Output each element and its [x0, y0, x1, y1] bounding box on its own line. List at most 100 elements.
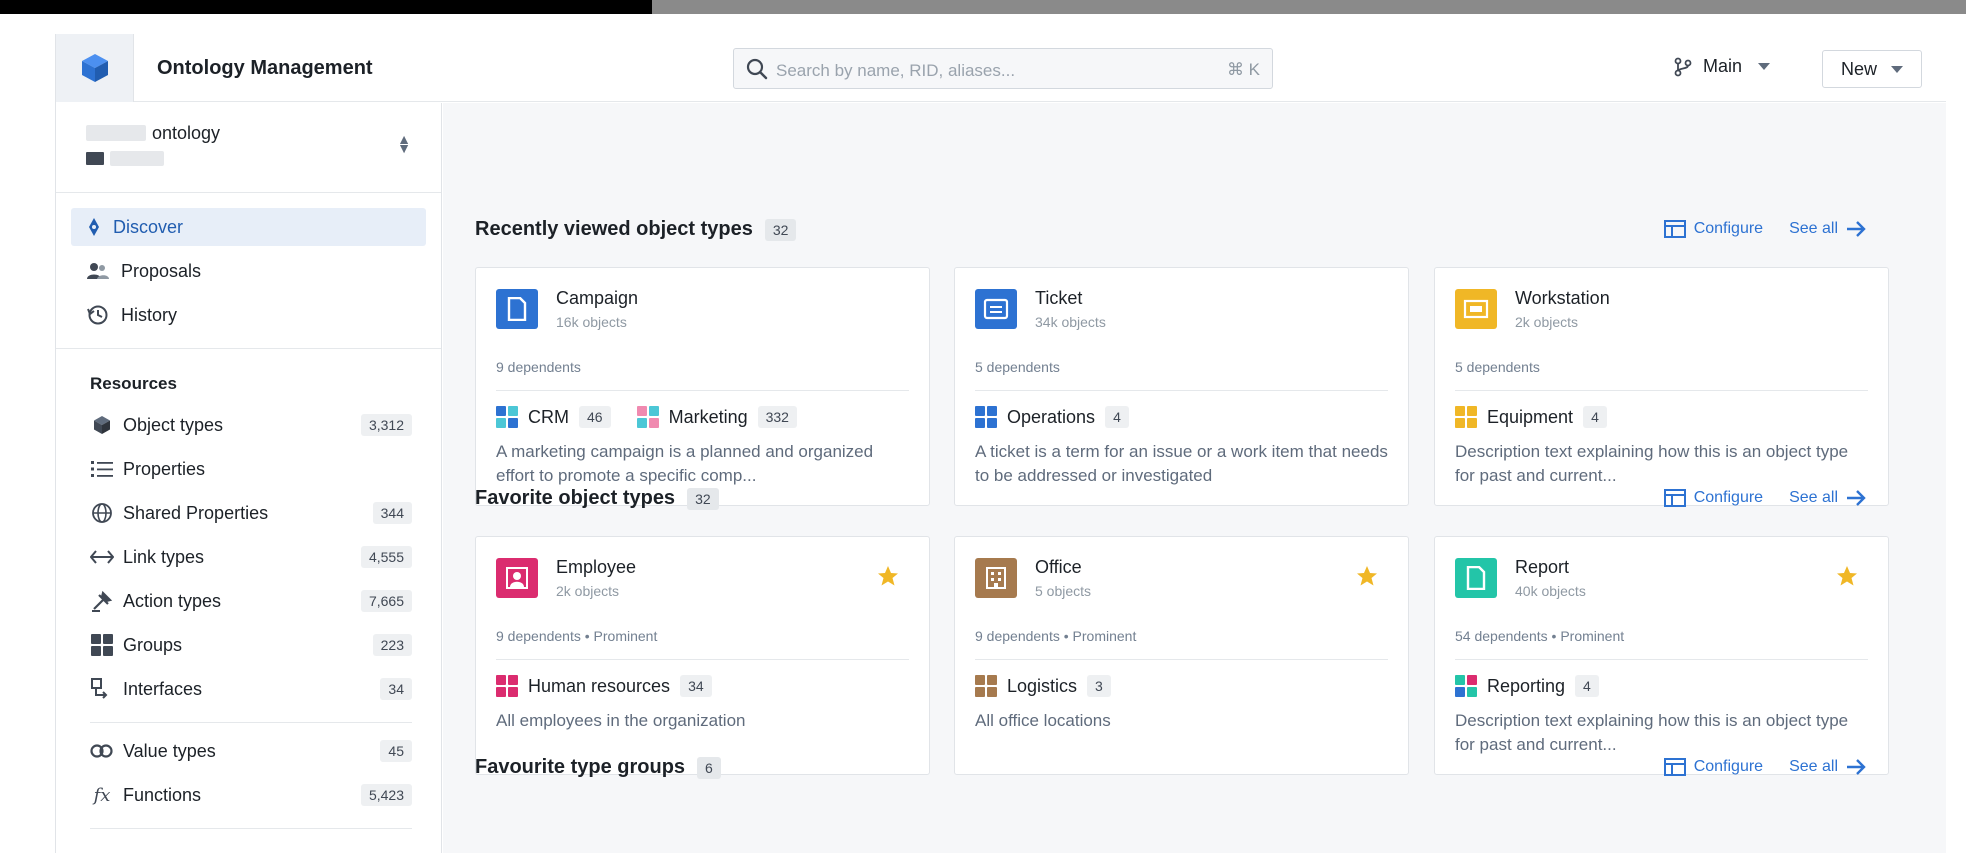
ontology-name: ontology [152, 123, 221, 143]
search-input[interactable]: Search by name, RID, aliases... ⌘ K [733, 48, 1273, 89]
group-chip-operations[interactable]: Operations 4 [975, 406, 1129, 428]
resource-count: 223 [372, 634, 412, 656]
dependents-info: 9 dependents • Prominent [496, 628, 658, 644]
section-title-type-groups: Favourite type groups 6 [475, 756, 721, 779]
group-icon [496, 675, 518, 697]
see-all-label: See all [1789, 758, 1838, 775]
group-chip-equipment[interactable]: Equipment 4 [1455, 406, 1607, 428]
section-count: 32 [764, 218, 797, 241]
resource-link-types[interactable]: Link types 4,555 [90, 541, 412, 573]
object-type-description: All employees in the organization [496, 711, 746, 730]
group-chip-crm[interactable]: CRM 46 [496, 406, 611, 428]
group-chip-logistics[interactable]: Logistics 3 [975, 675, 1111, 697]
search-shortcut: ⌘ K [1226, 60, 1260, 79]
type-groups: Equipment 4 [1455, 406, 1623, 428]
group-label: Operations [1007, 406, 1096, 427]
object-count: 16k objects [556, 314, 627, 330]
configure-button[interactable]: Configure [1663, 489, 1763, 507]
resource-value-types[interactable]: Value types 45 [90, 735, 412, 767]
object-type-card-employee[interactable]: Employee 2k objects 9 dependents • Promi… [475, 536, 930, 775]
group-count: 4 [1575, 675, 1599, 697]
proposals-icon [87, 263, 109, 279]
document-icon [507, 297, 527, 321]
resource-object-types[interactable]: Object types 3,312 [90, 409, 412, 441]
link-arrows-icon [90, 545, 114, 569]
sidebar-item-discover[interactable]: Discover [71, 208, 426, 246]
cube-icon [90, 413, 114, 437]
resource-functions[interactable]: fx Functions 5,423 [90, 779, 412, 811]
chevron-down-icon [1891, 65, 1903, 73]
main-content: Recently viewed object types 32 Configur… [443, 103, 1946, 853]
object-type-description: Description text explaining how this is … [1455, 711, 1849, 754]
object-count: 34k objects [1035, 314, 1106, 330]
object-type-card-report[interactable]: Report 40k objects 54 dependents • Promi… [1434, 536, 1889, 775]
configure-button[interactable]: Configure [1663, 758, 1763, 776]
dependents-count: 9 dependents [496, 359, 581, 375]
branch-label: Main [1703, 56, 1743, 76]
configure-button[interactable]: Configure [1663, 220, 1763, 238]
new-button[interactable]: New [1822, 50, 1922, 88]
favorite-star-icon[interactable] [1836, 565, 1858, 587]
divider [90, 828, 412, 829]
history-icon [87, 305, 108, 325]
resource-label: Groups [123, 634, 183, 655]
app-logo[interactable] [56, 34, 134, 102]
resource-action-types[interactable]: Action types 7,665 [90, 585, 412, 617]
person-icon [506, 567, 528, 589]
branch-selector[interactable]: Main [1673, 56, 1771, 77]
arrow-right-icon [1847, 490, 1866, 506]
app-title: Ontology Management [157, 57, 373, 79]
resource-properties[interactable]: Properties [90, 453, 412, 485]
divider [1455, 659, 1868, 660]
dependents-count: 5 dependents [975, 359, 1060, 375]
browser-progress-bar [0, 0, 1966, 14]
object-type-name: Campaign [556, 288, 639, 308]
group-chip-human-resources[interactable]: Human resources 34 [496, 675, 712, 697]
see-all-label: See all [1789, 489, 1838, 506]
globe-icon [90, 501, 114, 525]
resource-label: Properties [123, 458, 206, 479]
sidebar-item-history[interactable]: History [71, 296, 426, 334]
group-label: Logistics [1007, 675, 1078, 696]
object-type-card-ticket[interactable]: Ticket 34k objects 5 dependents Operatio… [954, 267, 1409, 506]
object-type-card-office[interactable]: Office 5 objects 9 dependents • Prominen… [954, 536, 1409, 775]
group-count: 46 [579, 406, 611, 428]
see-all-link[interactable]: See all [1789, 489, 1866, 507]
object-count: 40k objects [1515, 583, 1586, 599]
group-icon [975, 406, 997, 428]
sidebar-item-proposals[interactable]: Proposals [71, 252, 426, 290]
folder-icon [86, 152, 104, 165]
resource-shared-properties[interactable]: Shared Properties 344 [90, 497, 412, 529]
section-actions: Configure See all [1663, 489, 1866, 507]
object-type-card-campaign[interactable]: Campaign 16k objects 9 dependents CRM 46… [475, 267, 930, 506]
section-title-favorites: Favorite object types 32 [475, 487, 719, 510]
dependents-count: 9 dependents [975, 628, 1060, 644]
divider [56, 348, 441, 349]
resource-count: 7,665 [360, 590, 412, 612]
group-icon [1455, 675, 1477, 697]
resource-groups[interactable]: Groups 223 [90, 629, 412, 661]
object-type-card-workstation[interactable]: Workstation 2k objects 5 dependents Equi… [1434, 267, 1889, 506]
favorite-star-icon[interactable] [877, 565, 899, 587]
new-button-label: New [1840, 58, 1877, 79]
object-type-tile [1455, 289, 1497, 329]
resource-interfaces[interactable]: Interfaces 34 [90, 673, 412, 705]
section-count: 32 [687, 487, 719, 510]
section-title-text: Favorite object types [475, 487, 676, 509]
section-count: 6 [697, 756, 721, 779]
see-all-link[interactable]: See all [1789, 758, 1866, 776]
app-window: Ontology Management Search by name, RID,… [55, 34, 1946, 853]
group-chip-reporting[interactable]: Reporting 4 [1455, 675, 1599, 697]
see-all-link[interactable]: See all [1789, 220, 1866, 238]
action-icon [90, 589, 114, 613]
favorite-star-icon[interactable] [1356, 565, 1378, 587]
resources-heading: Resources [90, 374, 177, 393]
ontology-switcher[interactable]: ontology ▲ ▼ [56, 103, 441, 193]
resource-count: 45 [380, 740, 412, 762]
up-down-chevron-icon: ▲ ▼ [397, 131, 411, 156]
group-chip-marketing[interactable]: Marketing 332 [636, 406, 797, 428]
group-count: 4 [1583, 406, 1607, 428]
sidebar: ontology ▲ ▼ Discover Proposals History R… [56, 103, 442, 853]
resource-label: Value types [123, 740, 216, 761]
group-icon [636, 406, 659, 428]
